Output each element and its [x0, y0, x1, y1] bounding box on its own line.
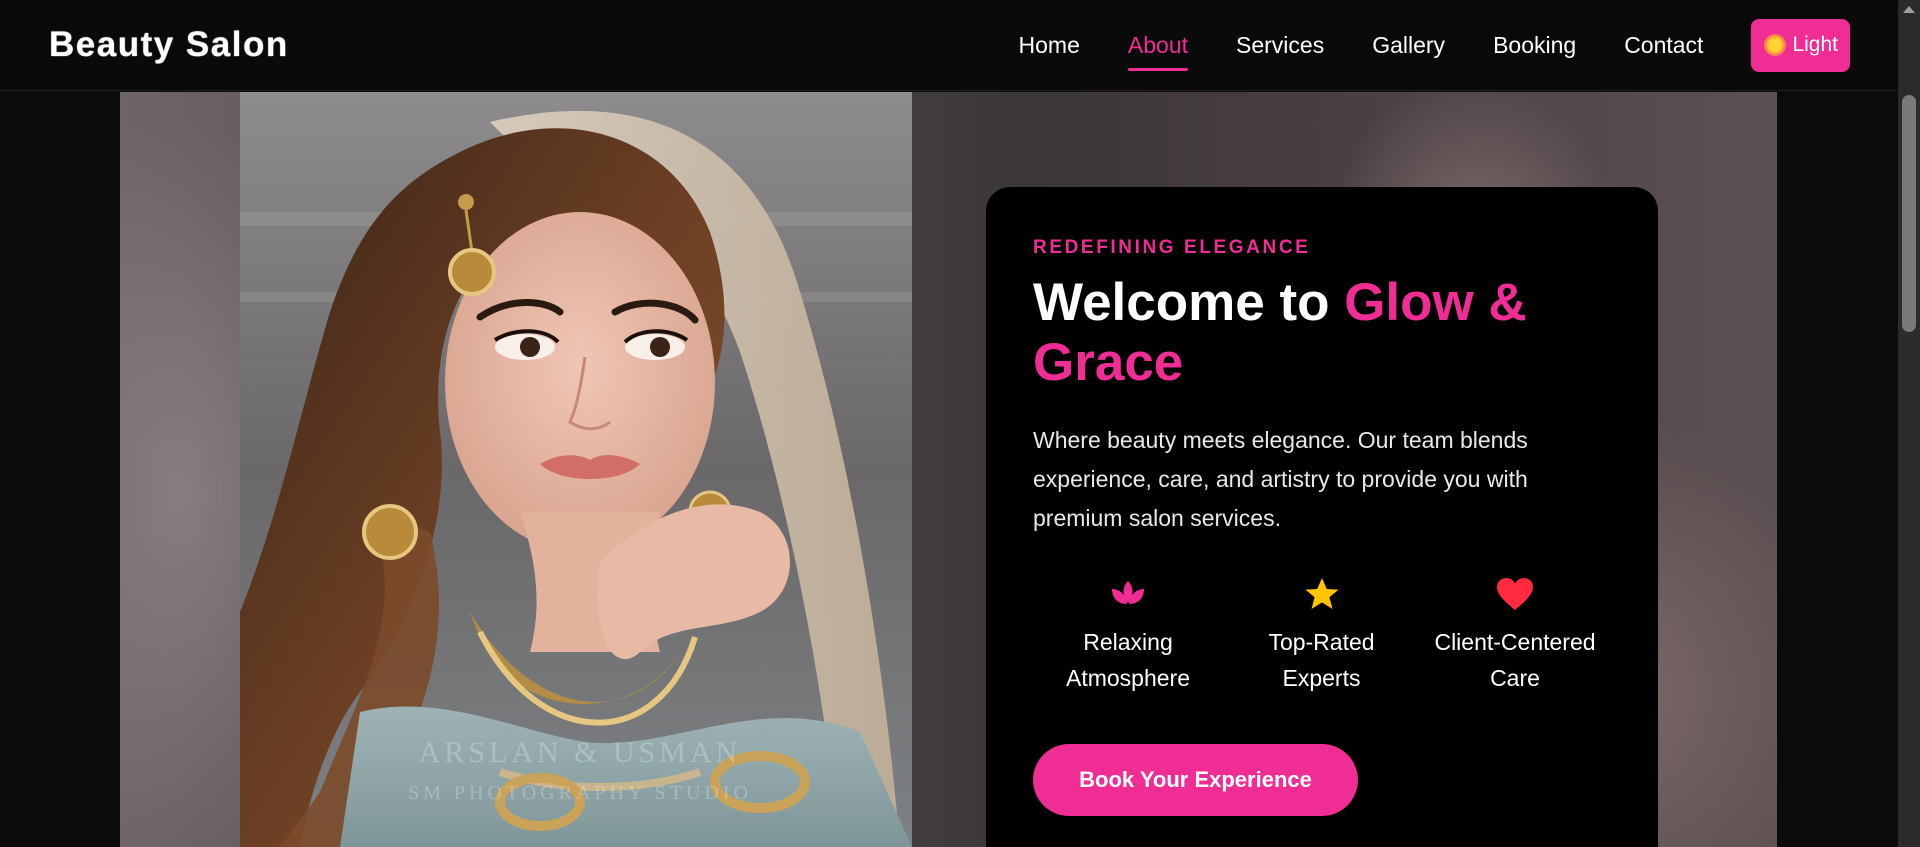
book-experience-button[interactable]: Book Your Experience [1033, 744, 1358, 816]
theme-toggle-button[interactable]: Light [1751, 18, 1850, 72]
hero-description: Where beauty meets elegance. Our team bl… [1033, 427, 1528, 531]
navbar: Beauty Salon Home About Services Gallery… [0, 0, 1898, 91]
feature-client-care: Client-Centered Care [1420, 574, 1610, 696]
heart-icon [1496, 574, 1534, 614]
theme-toggle-label: Light [1792, 33, 1838, 56]
star-icon [1304, 574, 1340, 614]
main-nav: Home About Services Gallery Booking Cont… [971, 18, 1850, 72]
nav-link-home[interactable]: Home [1019, 26, 1080, 65]
nav-link-services[interactable]: Services [1236, 26, 1324, 65]
hero-title-prefix: Welcome to [1033, 273, 1345, 332]
feature-relaxing: Relaxing Atmosphere [1033, 574, 1223, 696]
bride-illustration: ARSLAN & USMAN SM PHOTOGRAPHY STUDIO [240, 92, 912, 847]
photo-watermark-1: ARSLAN & USMAN [419, 736, 742, 769]
nav-link-contact[interactable]: Contact [1624, 26, 1703, 65]
features-row: Relaxing Atmosphere Top-Rated Experts Cl… [1033, 574, 1610, 696]
lotus-icon [1109, 574, 1147, 614]
hero-photo: ARSLAN & USMAN SM PHOTOGRAPHY STUDIO [240, 92, 912, 847]
about-card: REDEFINING ELEGANCE Welcome to Glow & Gr… [986, 187, 1658, 847]
photo-watermark-2: SM PHOTOGRAPHY STUDIO [408, 782, 752, 804]
nav-link-gallery[interactable]: Gallery [1372, 26, 1445, 65]
page: Beauty Salon Home About Services Gallery… [0, 0, 1920, 847]
brand-logo[interactable]: Beauty Salon [49, 25, 289, 65]
page-scrollbar[interactable] [1898, 0, 1920, 847]
scroll-thumb[interactable] [1902, 95, 1916, 332]
hero-section: ARSLAN & USMAN SM PHOTOGRAPHY STUDIO RED… [120, 92, 1777, 847]
eyebrow-text: REDEFINING ELEGANCE [1033, 237, 1311, 258]
feature-label: Top-Rated Experts [1268, 629, 1375, 691]
scroll-up-arrow-icon[interactable] [1903, 6, 1915, 13]
nav-link-about[interactable]: About [1127, 26, 1189, 71]
feature-experts: Top-Rated Experts [1227, 574, 1417, 696]
nav-link-booking[interactable]: Booking [1493, 26, 1576, 65]
feature-label: Client-Centered Care [1434, 629, 1596, 691]
sun-icon [1766, 36, 1785, 54]
feature-label: Relaxing Atmosphere [1065, 629, 1190, 691]
hero-title: Welcome to Glow & Grace [1033, 273, 1573, 393]
